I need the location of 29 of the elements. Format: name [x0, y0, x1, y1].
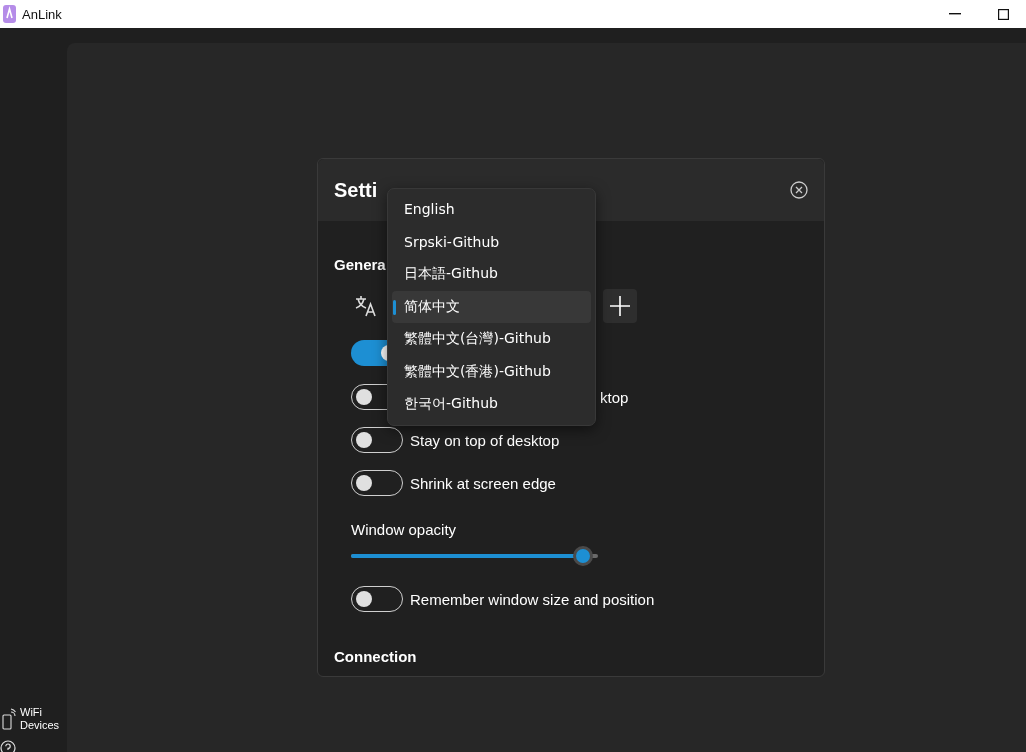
slider-label: Window opacity	[351, 521, 458, 538]
toggle-label: Shrink at screen edge	[410, 474, 556, 492]
close-icon	[790, 181, 808, 199]
menu-item[interactable]: 日本語-Github	[392, 258, 591, 291]
menu-item[interactable]: Srpski-Github	[392, 225, 591, 258]
menu-item[interactable]: 简体中文	[392, 290, 591, 323]
dialog-title: Setti	[334, 178, 378, 202]
menu-item[interactable]: English	[392, 193, 591, 226]
add-button[interactable]	[603, 289, 637, 323]
translate-icon	[355, 295, 377, 317]
section-heading: Connection	[334, 648, 417, 665]
help-icon	[0, 740, 16, 752]
menu-item[interactable]: 繁體中文(香港)-Github	[392, 355, 591, 388]
menu-item[interactable]: 한국어-Github	[392, 388, 591, 421]
menu-item[interactable]: 繁體中文(台灣)-Github	[392, 323, 591, 356]
sidebar-item[interactable]: WiFi Devices	[20, 706, 60, 732]
plus-icon	[610, 296, 630, 316]
toggle-label: Stay on top of desktop	[410, 431, 560, 449]
section-heading: Genera	[334, 256, 386, 273]
toggle-label: Remember window size and position	[410, 590, 655, 608]
close-button[interactable]	[790, 181, 808, 199]
toggle-label: ktop	[600, 388, 629, 406]
app-logo-icon	[3, 5, 16, 23]
slider-thumb[interactable]	[573, 546, 594, 566]
window-title: AnLink	[22, 6, 62, 22]
selection-indicator	[393, 299, 396, 315]
phone-wifi-icon	[2, 708, 16, 730]
maximize-icon	[997, 8, 1009, 20]
minimize-icon	[949, 13, 961, 15]
